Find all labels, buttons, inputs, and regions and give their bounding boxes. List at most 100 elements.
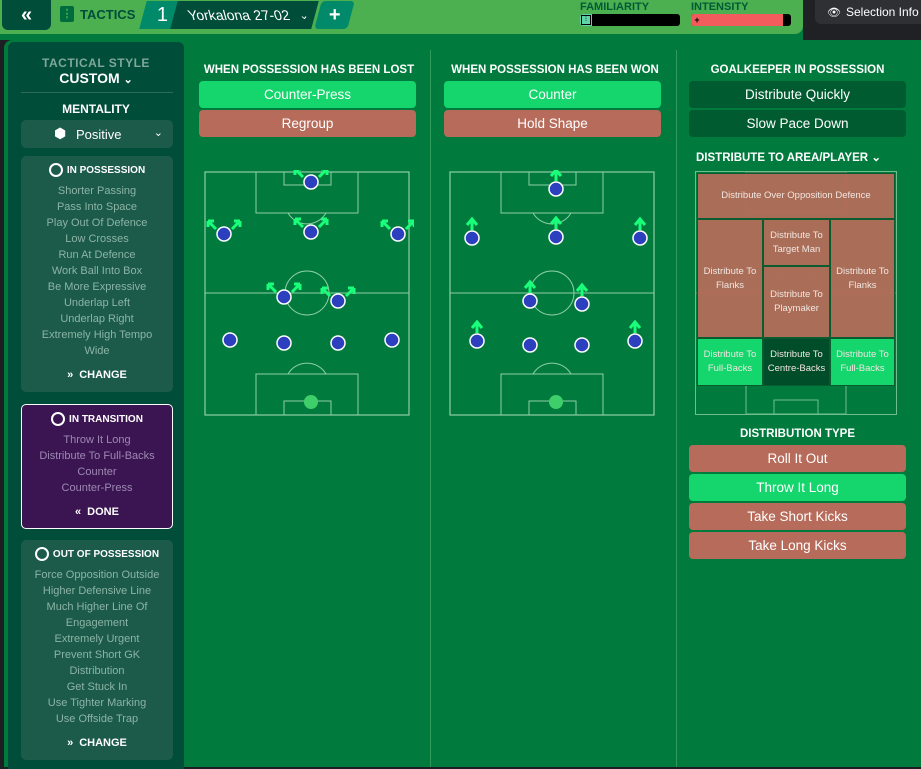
familiarity-meter[interactable]: FAMILIARITY ⁝ — [580, 1, 680, 26]
lost-option-regroup[interactable]: Regroup — [199, 110, 416, 137]
player-marker[interactable] — [303, 224, 319, 240]
tactical-style-value: CUSTOM — [59, 70, 120, 86]
player-marker[interactable] — [522, 293, 538, 309]
player-marker[interactable] — [330, 293, 346, 309]
zone-playmaker[interactable]: Distribute To Playmaker — [763, 266, 830, 338]
instruction-item: Work Ball Into Box — [51, 265, 143, 277]
change-label: CHANGE — [79, 369, 127, 381]
selection-info-button[interactable]: 👁 Selection Info — [815, 0, 921, 24]
tactic-name-dropdown[interactable]: Yorkalona 27-02 ⌄ — [170, 1, 319, 29]
distribution-type-option[interactable]: Roll It Out — [689, 445, 906, 472]
player-marker[interactable] — [548, 181, 564, 197]
movement-arrow — [206, 219, 218, 231]
zone-flanks-right[interactable]: Distribute To Flanks — [830, 219, 895, 338]
option-label: Hold Shape — [517, 116, 588, 131]
mentality-icon: ⬢ — [54, 125, 67, 141]
distribution-type-title: DISTRIBUTION TYPE — [739, 428, 855, 440]
player-marker[interactable] — [216, 226, 232, 242]
zone-fullbacks-right[interactable]: Distribute To Full-Backs — [830, 338, 895, 386]
instruction-item: Underlap Right — [60, 313, 134, 325]
distribution-type-option[interactable]: Take Long Kicks — [689, 532, 906, 559]
tactic-slot-number: 1 — [157, 3, 169, 26]
movement-arrow — [344, 286, 356, 298]
intensity-label: INTENSITY — [691, 1, 749, 13]
main-panel: TACTICAL STYLE CUSTOM ⌄ MENTALITY ⬢ Posi… — [4, 40, 921, 769]
distribution-pitch: Distribute Over Opposition Defence Distr… — [695, 171, 897, 415]
in-transition-done-button[interactable]: « DONE — [22, 506, 172, 518]
in-transition-header: IN TRANSITION — [22, 412, 172, 426]
tactical-style-dropdown[interactable]: CUSTOM ⌄ — [8, 70, 184, 86]
out-of-possession-title: OUT OF POSSESSION — [52, 548, 160, 560]
section-label: TACTICS — [80, 6, 136, 22]
chevron-down-icon: ⌄ — [153, 127, 163, 139]
zone-fullbacks-left[interactable]: Distribute To Full-Backs — [697, 338, 763, 386]
zone-label: Distribute Over Opposition Defence — [721, 190, 871, 201]
distribute-area-title: DISTRIBUTE TO AREA/PLAYER — [696, 152, 869, 164]
instruction-item: Wide — [84, 345, 110, 357]
player-marker[interactable] — [574, 296, 590, 312]
player-marker[interactable] — [574, 337, 590, 353]
distribution-type-option[interactable]: Throw It Long — [689, 474, 906, 501]
in-possession-change-button[interactable]: » CHANGE — [21, 369, 173, 381]
instruction-item: Be More Expressive — [47, 281, 147, 293]
player-marker[interactable] — [522, 337, 538, 353]
option-label: Take Short Kicks — [747, 509, 848, 524]
player-marker[interactable] — [276, 335, 292, 351]
zone-flanks-left[interactable]: Distribute To Flanks — [697, 219, 763, 338]
goalkeeper-marker[interactable] — [304, 395, 318, 409]
movement-arrow — [404, 219, 414, 231]
player-marker[interactable] — [627, 333, 643, 349]
instruction-item: Force Opposition Outside — [34, 569, 160, 581]
movement-arrow — [628, 319, 642, 333]
player-marker[interactable] — [469, 333, 485, 349]
intensity-meter[interactable]: INTENSITY + — [691, 1, 791, 26]
instruction-item: Distribution — [69, 665, 125, 677]
zone-label: Distribute To Full-Backs — [703, 349, 757, 374]
player-marker[interactable] — [632, 230, 648, 246]
zone-target-man[interactable]: Distribute To Target Man — [763, 219, 830, 266]
won-option-counter[interactable]: Counter — [444, 81, 661, 108]
defence-icon — [34, 547, 49, 561]
instruction-item: Pass Into Space — [56, 201, 138, 213]
plus-icon: + — [328, 3, 341, 26]
tactic-name: Yorkalona 27-02 — [185, 7, 292, 23]
chevron-down-icon: ⌄ — [871, 152, 881, 164]
movement-arrow — [290, 282, 302, 294]
eye-icon: 👁 — [827, 6, 841, 19]
zone-label: Distribute To Flanks — [836, 265, 889, 291]
movement-arrow — [523, 279, 537, 293]
section-title: ⋮ TACTICS — [60, 6, 135, 22]
player-marker[interactable] — [330, 335, 346, 351]
player-marker[interactable] — [222, 332, 238, 348]
gk-option-distribute-quickly[interactable]: Distribute Quickly — [689, 81, 906, 108]
zone-centrebacks[interactable]: Distribute To Centre-Backs — [763, 338, 830, 386]
player-marker[interactable] — [303, 174, 319, 190]
zone-label: Distribute To Full-Backs — [836, 349, 889, 374]
movement-arrow — [380, 219, 392, 231]
movement-arrow — [317, 170, 329, 179]
distribute-area-dropdown[interactable]: DISTRIBUTE TO AREA/PLAYER ⌄ — [696, 150, 881, 164]
won-option-hold-shape[interactable]: Hold Shape — [444, 110, 661, 137]
back-button[interactable]: « — [2, 0, 51, 30]
double-chevron-left-icon: « — [20, 3, 33, 26]
out-of-possession-change-button[interactable]: » CHANGE — [21, 737, 173, 749]
movement-arrow — [470, 319, 484, 333]
player-marker[interactable] — [384, 332, 400, 348]
movement-arrow — [266, 282, 278, 294]
goalkeeper-marker[interactable] — [549, 395, 563, 409]
zone-over-defence[interactable]: Distribute Over Opposition Defence — [697, 173, 895, 219]
player-marker[interactable] — [390, 226, 406, 242]
option-label: Counter-Press — [263, 87, 352, 102]
player-marker[interactable] — [548, 229, 564, 245]
done-label: DONE — [87, 506, 119, 518]
instruction-item: Counter-Press — [61, 482, 133, 494]
in-possession-title: IN POSSESSION — [66, 164, 146, 176]
lost-option-counter-press[interactable]: Counter-Press — [199, 81, 416, 108]
mentality-dropdown[interactable]: ⬢ Positive ⌄ — [21, 120, 173, 148]
player-marker[interactable] — [276, 289, 292, 305]
player-marker[interactable] — [464, 230, 480, 246]
gk-option-slow-pace-down[interactable]: Slow Pace Down — [689, 110, 906, 137]
penalty-box-bottom — [500, 373, 604, 416]
ball-icon — [48, 163, 63, 177]
distribution-type-option[interactable]: Take Short Kicks — [689, 503, 906, 530]
